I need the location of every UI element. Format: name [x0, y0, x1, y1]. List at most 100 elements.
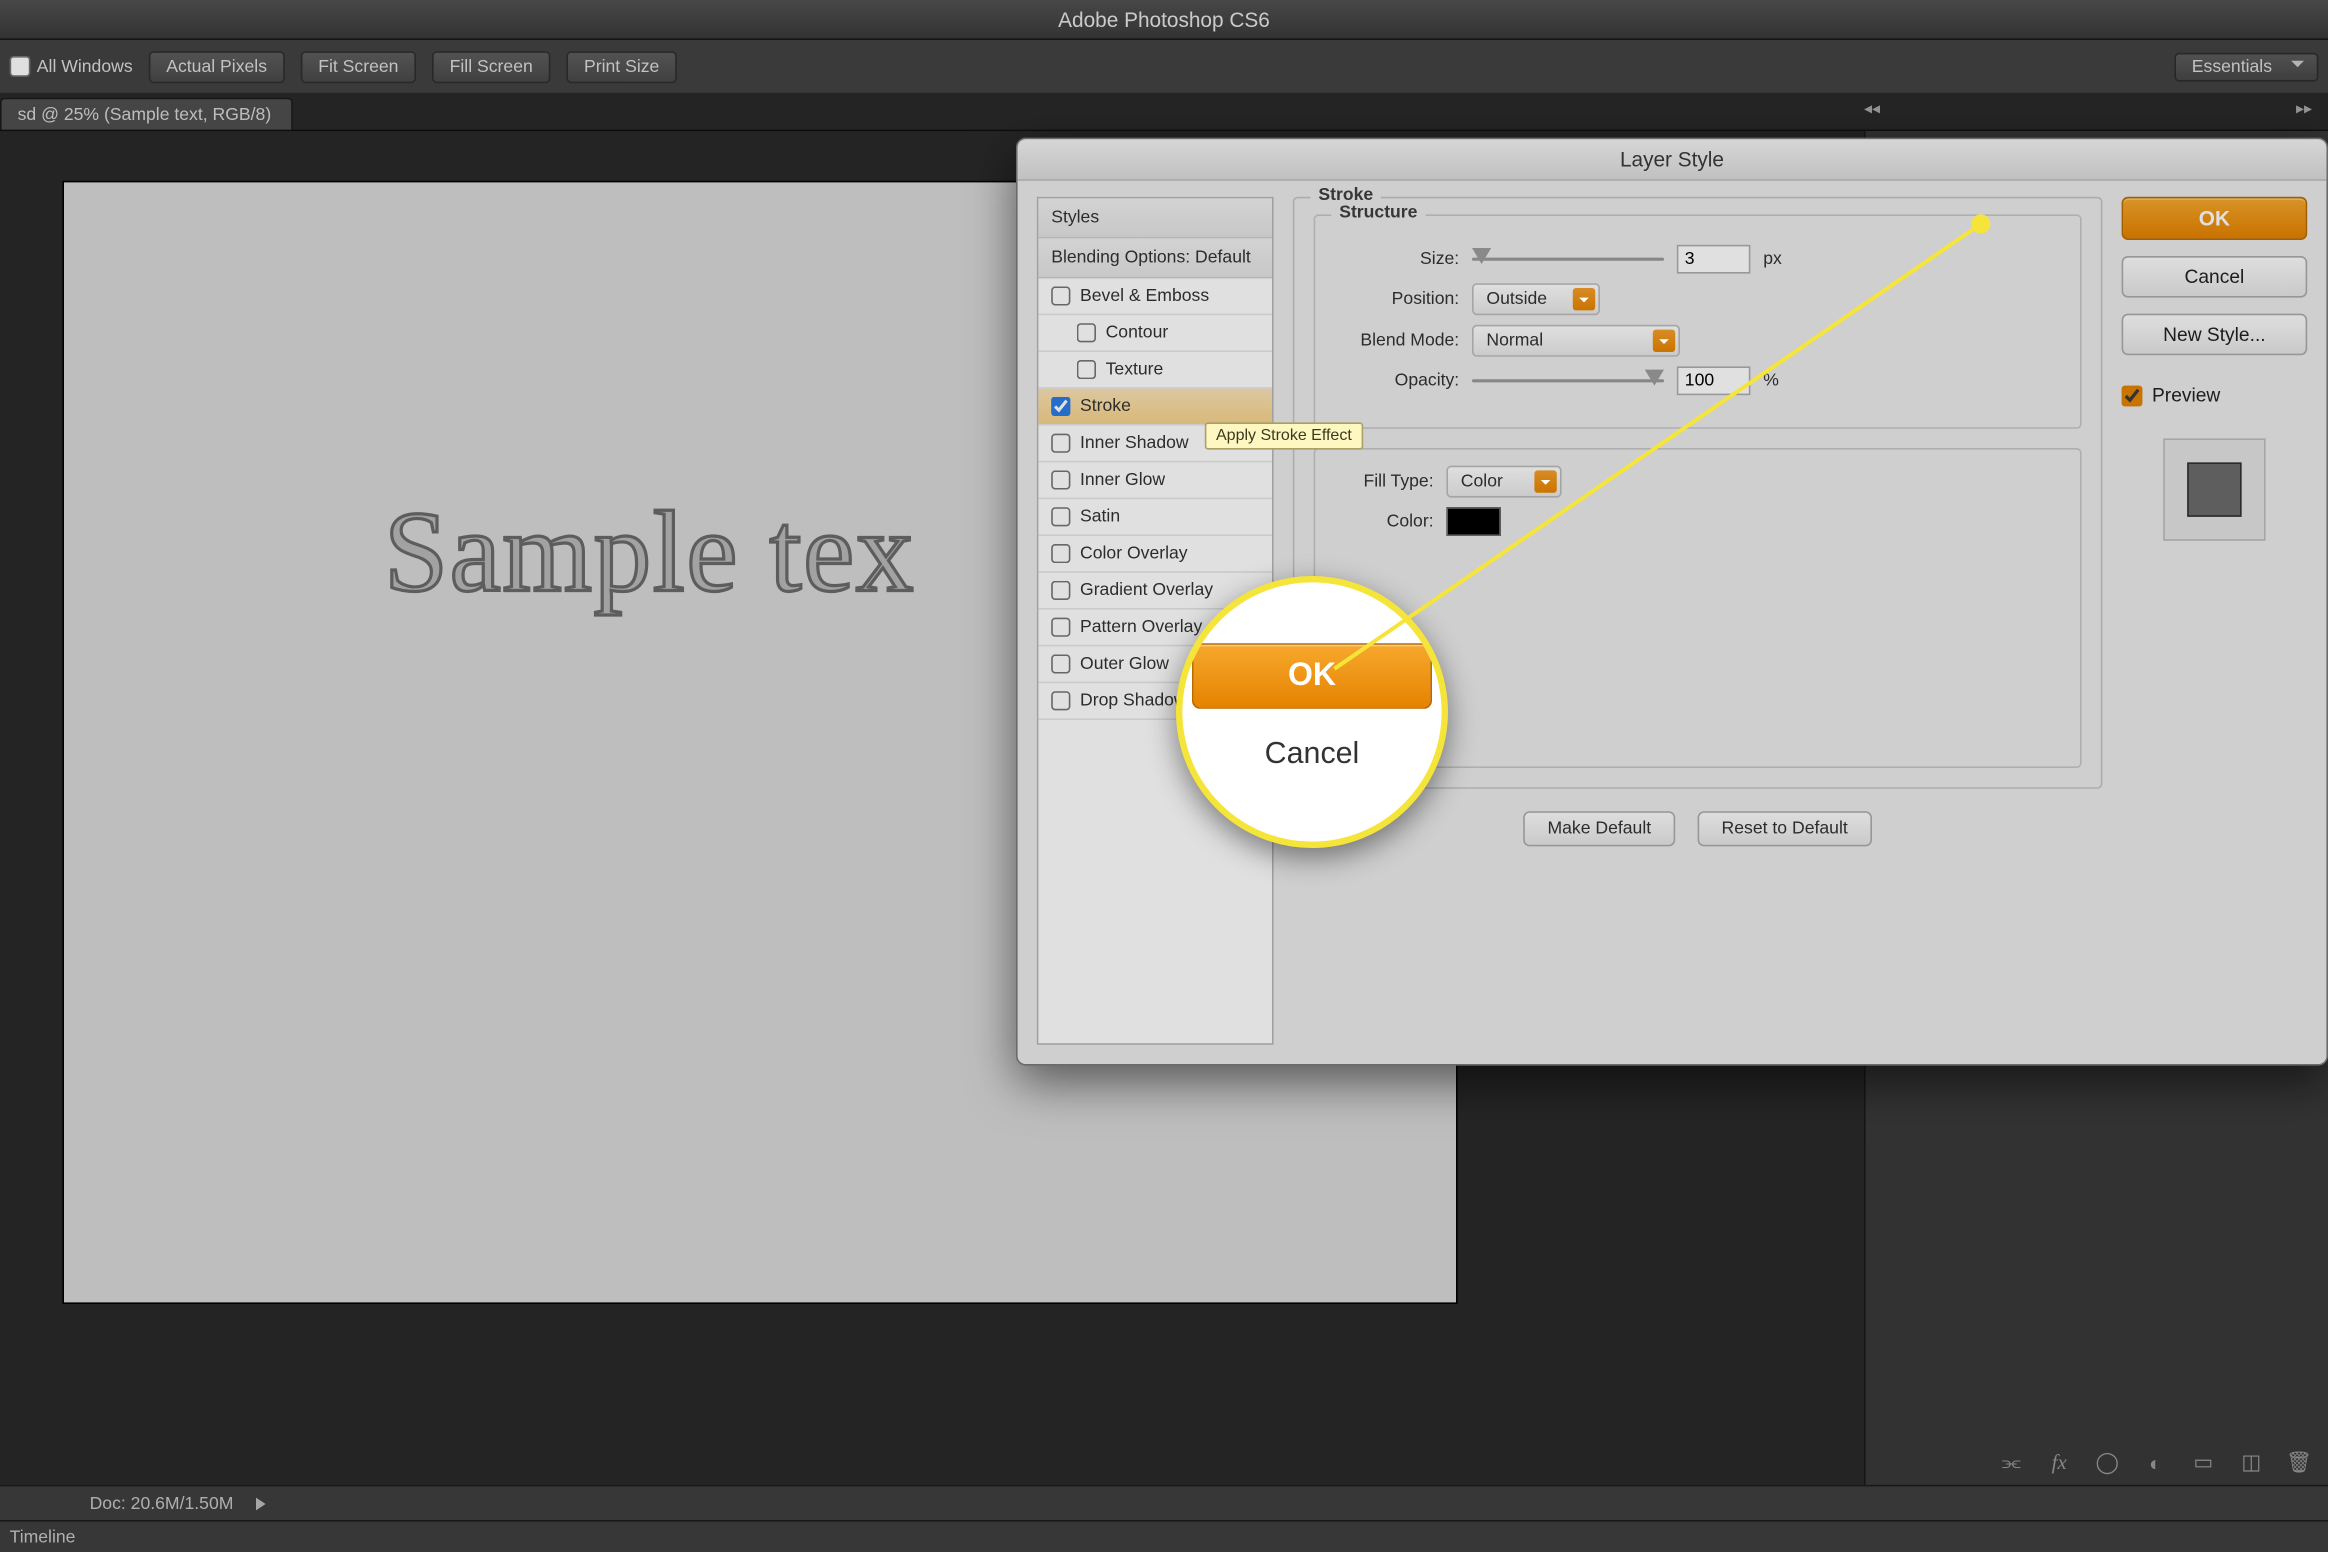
size-unit: px [1763, 250, 1782, 269]
status-bar: Doc: 20.6M/1.50M [0, 1485, 2328, 1520]
size-input[interactable] [1677, 245, 1751, 274]
effect-contour-label: Contour [1106, 323, 1169, 342]
effect-inner-shadow[interactable]: Inner Shadow Apply Stroke Effect [1038, 426, 1272, 463]
effect-drop-shadow-checkbox[interactable] [1051, 691, 1070, 710]
status-flyout-icon[interactable] [256, 1497, 266, 1510]
effect-texture-checkbox[interactable] [1077, 360, 1096, 379]
effect-bevel-emboss-checkbox[interactable] [1051, 286, 1070, 305]
position-value: Outside [1486, 290, 1547, 309]
stroke-group-legend: Stroke [1310, 186, 1381, 205]
effect-inner-glow[interactable]: Inner Glow [1038, 462, 1272, 499]
magnified-cancel-button: Cancel [1192, 727, 1432, 781]
effect-color-overlay-label: Color Overlay [1080, 544, 1188, 563]
delete-layer-icon[interactable]: 🗑 [2286, 1450, 2312, 1476]
timeline-label: Timeline [10, 1527, 76, 1546]
filltype-select[interactable]: Color [1446, 466, 1561, 498]
effect-pattern-overlay-label: Pattern Overlay [1080, 618, 1202, 637]
effect-contour-checkbox[interactable] [1077, 323, 1096, 342]
effect-satin[interactable]: Satin [1038, 499, 1272, 536]
link-layers-icon[interactable]: ⫘ [1998, 1450, 2024, 1476]
filltype-label: Fill Type: [1334, 472, 1433, 491]
options-bar: All Windows Actual Pixels Fit Screen Fil… [0, 40, 2328, 94]
document-tab[interactable]: sd @ 25% (Sample text, RGB/8) [0, 98, 292, 130]
effect-stroke-label: Stroke [1080, 397, 1131, 416]
document-tab-strip: sd @ 25% (Sample text, RGB/8) ◂◂ ▸▸ [0, 94, 2328, 131]
blendmode-select[interactable]: Normal [1472, 325, 1680, 357]
stroke-tooltip: Apply Stroke Effect [1205, 422, 1363, 449]
layer-fx-icon[interactable]: fx [2046, 1450, 2072, 1476]
panel-collapse-right-icon[interactable]: ▸▸ [2280, 94, 2328, 123]
dialog-title: Layer Style [1018, 139, 2327, 181]
effect-inner-shadow-label: Inner Shadow [1080, 434, 1189, 453]
new-group-icon[interactable]: ▭ [2190, 1450, 2216, 1476]
effect-outer-glow-checkbox[interactable] [1051, 654, 1070, 673]
all-windows-checkbox[interactable]: All Windows [10, 56, 133, 77]
opacity-unit: % [1763, 371, 1779, 390]
position-select[interactable]: Outside [1472, 283, 1600, 315]
actual-pixels-button[interactable]: Actual Pixels [149, 50, 285, 82]
effect-bevel-emboss-label: Bevel & Emboss [1080, 286, 1209, 305]
fill-screen-button[interactable]: Fill Screen [432, 50, 550, 82]
workspace-switcher[interactable]: Essentials [2174, 52, 2318, 81]
blendmode-value: Normal [1486, 331, 1543, 350]
timeline-bar[interactable]: Timeline [0, 1520, 2328, 1552]
preview-label: Preview [2152, 384, 2220, 406]
blending-options-header[interactable]: Blending Options: Default [1038, 238, 1272, 278]
opacity-slider[interactable] [1472, 370, 1664, 392]
adjustment-layer-icon[interactable]: ◐ [2142, 1450, 2168, 1476]
filltype-value: Color [1461, 472, 1503, 491]
canvas-sample-text: Sample tex [384, 486, 915, 619]
effect-texture[interactable]: Texture [1038, 352, 1272, 389]
all-windows-label: All Windows [37, 57, 133, 76]
stroke-color-swatch[interactable] [1446, 507, 1500, 536]
effect-stroke[interactable]: Stroke [1038, 389, 1272, 426]
effect-outer-glow-label: Outer Glow [1080, 654, 1169, 673]
workspace-label: Essentials [2192, 57, 2272, 76]
print-size-button[interactable]: Print Size [566, 50, 677, 82]
styles-header[interactable]: Styles [1038, 198, 1272, 238]
layer-style-dialog: Layer Style Styles Blending Options: Def… [1016, 138, 2328, 1066]
opacity-label: Opacity: [1334, 371, 1459, 390]
structure-group-legend: Structure [1331, 203, 1425, 222]
opacity-input[interactable] [1677, 366, 1751, 395]
effect-texture-label: Texture [1106, 360, 1164, 379]
magnified-ok-button: OK [1192, 642, 1432, 708]
effect-satin-checkbox[interactable] [1051, 507, 1070, 526]
preview-checkbox[interactable]: Preview [2122, 384, 2308, 406]
effect-inner-glow-checkbox[interactable] [1051, 470, 1070, 489]
stroke-settings-panel: Stroke Structure Size: px Position: Outs… [1293, 197, 2103, 1045]
preview-thumbnail [2163, 438, 2265, 540]
blendmode-label: Blend Mode: [1334, 331, 1459, 350]
dialog-action-column: OK Cancel New Style... Preview [2122, 197, 2308, 1045]
app-title: Adobe Photoshop CS6 [1058, 7, 1270, 31]
effect-inner-shadow-checkbox[interactable] [1051, 434, 1070, 453]
make-default-button[interactable]: Make Default [1523, 811, 1675, 846]
effect-contour[interactable]: Contour [1038, 315, 1272, 352]
effect-pattern-overlay-checkbox[interactable] [1051, 618, 1070, 637]
app-titlebar: Adobe Photoshop CS6 [0, 0, 2328, 40]
effect-gradient-overlay-label: Gradient Overlay [1080, 581, 1213, 600]
effect-color-overlay-checkbox[interactable] [1051, 544, 1070, 563]
ok-button[interactable]: OK [2122, 197, 2308, 240]
effect-gradient-overlay-checkbox[interactable] [1051, 581, 1070, 600]
cancel-button[interactable]: Cancel [2122, 256, 2308, 298]
panel-collapse-left-icon[interactable]: ◂◂ [1848, 94, 1896, 123]
size-slider[interactable] [1472, 248, 1664, 270]
layers-panel-footer: ⫘ fx ◯ ◐ ▭ ◫ 🗑 [1998, 1450, 2312, 1476]
fit-screen-button[interactable]: Fit Screen [301, 50, 416, 82]
new-style-button[interactable]: New Style... [2122, 314, 2308, 356]
document-tab-label: sd @ 25% (Sample text, RGB/8) [18, 106, 272, 125]
effect-inner-glow-label: Inner Glow [1080, 470, 1165, 489]
effect-satin-label: Satin [1080, 507, 1120, 526]
reset-default-button[interactable]: Reset to Default [1698, 811, 1872, 846]
effect-stroke-checkbox[interactable] [1051, 397, 1070, 416]
new-layer-icon[interactable]: ◫ [2238, 1450, 2264, 1476]
effect-bevel-emboss[interactable]: Bevel & Emboss [1038, 278, 1272, 315]
doc-info: Doc: 20.6M/1.50M [90, 1494, 234, 1513]
size-label: Size: [1334, 250, 1459, 269]
color-label: Color: [1334, 512, 1433, 531]
effect-color-overlay[interactable]: Color Overlay [1038, 536, 1272, 573]
layer-mask-icon[interactable]: ◯ [2094, 1450, 2120, 1476]
callout-magnifier: OK Cancel [1176, 576, 1448, 848]
effect-drop-shadow-label: Drop Shadow [1080, 691, 1187, 710]
